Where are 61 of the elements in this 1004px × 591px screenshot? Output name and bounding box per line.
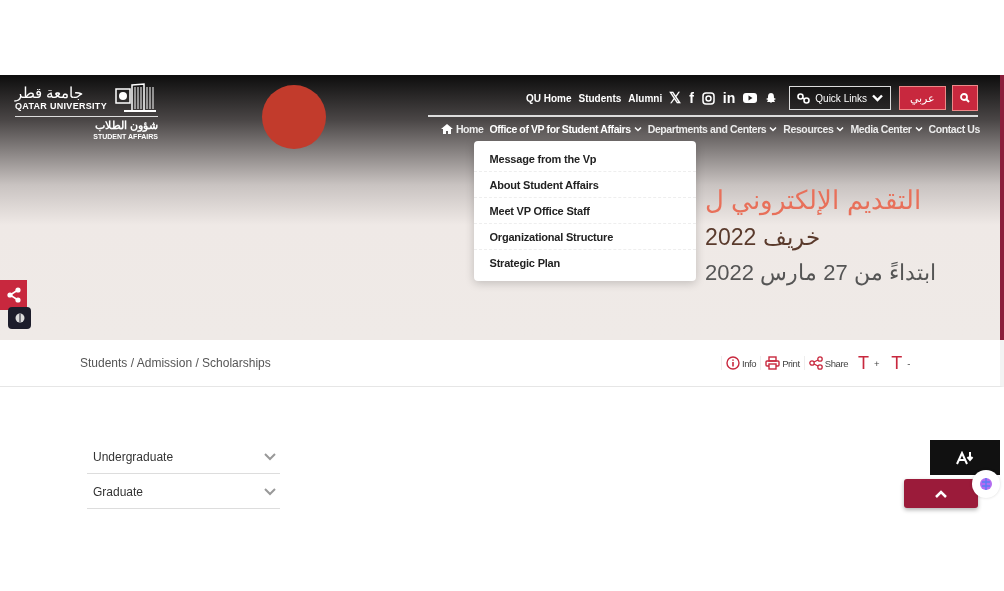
chevron-down-icon xyxy=(836,126,845,132)
dropdown-item[interactable]: About Student Affairs xyxy=(473,172,696,198)
link-icon xyxy=(797,92,811,104)
nav-link[interactable]: Contact Us xyxy=(928,123,980,135)
scroll-top-button[interactable] xyxy=(904,479,978,508)
chevron-down-icon xyxy=(914,126,923,132)
tool-button[interactable]: Info xyxy=(720,356,761,370)
accessibility-button[interactable] xyxy=(8,307,31,329)
ghost-icon xyxy=(765,92,778,104)
nav-link[interactable]: Home xyxy=(440,123,484,135)
play-icon xyxy=(743,93,758,103)
camera-icon xyxy=(701,91,715,105)
search-icon xyxy=(960,93,970,103)
banner-text: ابتداءً من 27 مارس 2022 xyxy=(705,259,936,288)
unit-name-arabic: شؤون الطلاب xyxy=(94,119,158,132)
social-link[interactable]: f xyxy=(689,91,694,105)
info-icon xyxy=(725,356,740,370)
university-name: QATAR UNIVERSITY xyxy=(15,100,107,112)
quick-links-button[interactable]: Quick Links xyxy=(789,86,891,110)
top-link[interactable]: QU Home xyxy=(525,92,572,104)
social-link[interactable] xyxy=(743,93,758,103)
search-button[interactable] xyxy=(952,85,978,111)
tool-button[interactable]: T - xyxy=(885,352,916,374)
social-link[interactable]: in xyxy=(722,91,736,105)
banner-headline: التقديم الإلكتروني ل xyxy=(705,184,921,218)
chevron-down-icon xyxy=(872,94,883,102)
social-link[interactable] xyxy=(701,91,715,105)
building-logo-icon xyxy=(114,83,158,113)
letter-arrow-icon xyxy=(956,450,974,465)
printer-icon xyxy=(765,356,781,370)
top-link[interactable]: Alumni xyxy=(628,92,663,104)
dropdown-item[interactable]: Strategic Plan xyxy=(473,250,696,275)
language-button[interactable]: عربي xyxy=(899,86,946,110)
share-icon xyxy=(5,287,22,303)
home-icon xyxy=(440,124,453,134)
top-link[interactable]: Students xyxy=(578,92,622,104)
chevron-down-icon xyxy=(264,453,276,461)
accordion-item[interactable]: Graduate xyxy=(87,474,280,509)
tool-button[interactable]: Print xyxy=(760,356,804,370)
nav-link[interactable]: Office of VP for Student Affairs xyxy=(489,123,642,135)
share-icon xyxy=(808,356,823,370)
accordion-item[interactable]: Undergraduate xyxy=(87,439,280,474)
dropdown-item[interactable]: Meet VP Office Staff xyxy=(473,198,696,224)
chevron-down-icon xyxy=(633,126,642,132)
social-link[interactable]: 𝕏 xyxy=(669,91,682,105)
font-download-button[interactable] xyxy=(930,440,1000,475)
dropdown-item[interactable]: Message from the Vp xyxy=(473,146,696,172)
tool-button[interactable]: Share xyxy=(803,356,853,370)
tool-button[interactable]: T + xyxy=(852,352,886,374)
breadcrumb[interactable]: Students / Admission / Scholarships xyxy=(80,356,271,370)
banner-text: خريف 2022 xyxy=(705,223,820,253)
nav-link[interactable]: Resources xyxy=(783,123,845,135)
university-name-arabic: جامعة قطر xyxy=(15,84,84,101)
social-link[interactable] xyxy=(765,92,778,104)
chevron-down-icon xyxy=(769,126,778,132)
dropdown-item[interactable]: Organizational Structure xyxy=(473,224,696,250)
chevron-down-icon xyxy=(264,488,276,496)
chevron-up-icon xyxy=(935,489,947,498)
nav-link[interactable]: Media Center xyxy=(850,123,923,135)
nav-link[interactable]: Departments and Centers xyxy=(647,123,778,135)
share-button[interactable] xyxy=(0,280,27,310)
